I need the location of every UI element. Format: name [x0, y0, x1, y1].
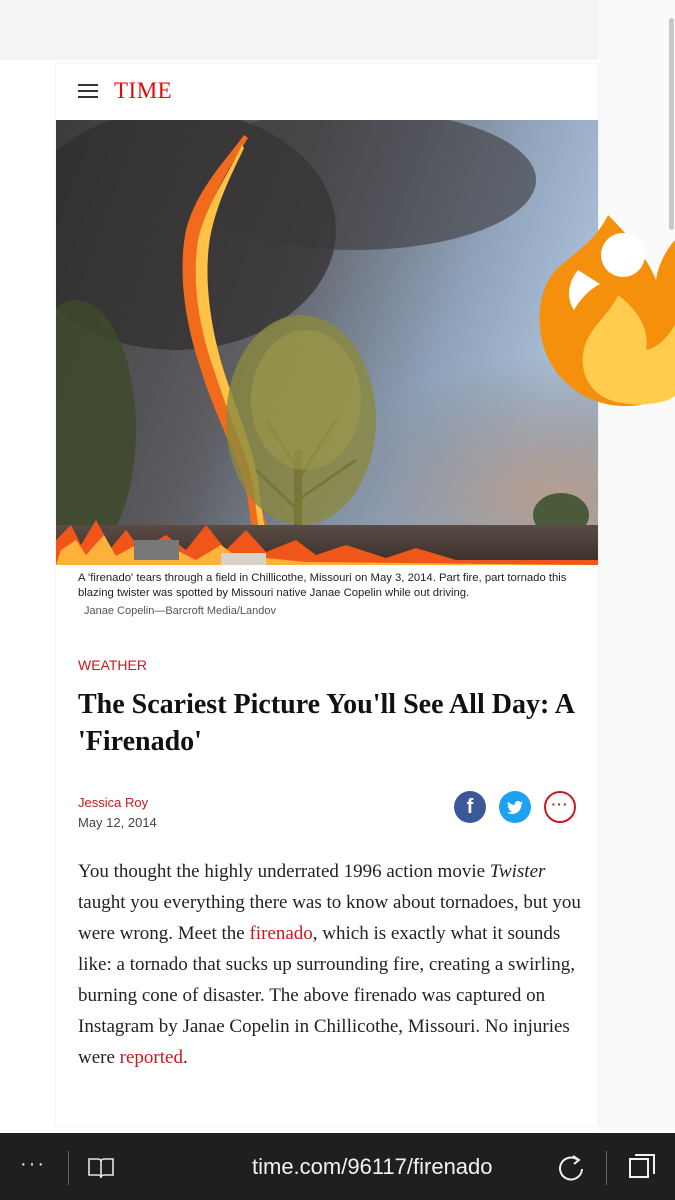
article-headline: The Scariest Picture You'll See All Day:… [78, 689, 574, 757]
page-top-gutter [0, 0, 675, 60]
hamburger-icon[interactable] [78, 84, 98, 98]
url-field[interactable]: time.com/96117/firenado [252, 1154, 493, 1180]
tabs-icon[interactable] [628, 1153, 656, 1181]
publish-date: May 12, 2014 [78, 815, 157, 830]
more-icon: ··· [551, 796, 569, 812]
section-kicker[interactable]: WEATHER [78, 657, 147, 673]
image-credit: Janae Copelin—Barcroft Media/Landov [84, 605, 277, 617]
scrollbar[interactable] [669, 18, 674, 230]
reading-view-icon[interactable] [88, 1157, 114, 1179]
body-text-4: . [182, 1047, 188, 1068]
author-link[interactable]: Jessica Roy [78, 795, 148, 810]
site-header: TIME [56, 64, 598, 120]
facebook-icon: f [466, 795, 474, 818]
facebook-share-button[interactable]: f [454, 791, 486, 823]
browser-address-bar: ··· time.com/96117/firenado [0, 1133, 675, 1200]
divider [68, 1151, 69, 1185]
article-body: You thought the highly underrated 1996 a… [78, 856, 583, 1073]
image-caption: A 'firenado' tears through a field in Ch… [78, 572, 567, 599]
twitter-share-button[interactable] [499, 791, 531, 823]
site-logo[interactable]: TIME [114, 78, 172, 104]
fire-emoji-icon [539, 215, 675, 407]
reported-link[interactable]: reported [120, 1047, 183, 1068]
body-text-1: You thought the highly underrated 1996 a… [78, 861, 490, 882]
refresh-icon[interactable] [556, 1153, 586, 1183]
more-options-button[interactable]: ··· [20, 1153, 46, 1176]
article-card: TIME A 'firenado' tears through a field … [56, 64, 598, 1126]
firenado-link[interactable]: firenado [249, 923, 312, 944]
hero-image [56, 120, 598, 565]
page-right-gutter [598, 0, 675, 1130]
twitter-icon [507, 801, 523, 814]
more-share-button[interactable]: ··· [544, 791, 576, 823]
divider [606, 1151, 607, 1185]
movie-title: Twister [489, 861, 546, 882]
